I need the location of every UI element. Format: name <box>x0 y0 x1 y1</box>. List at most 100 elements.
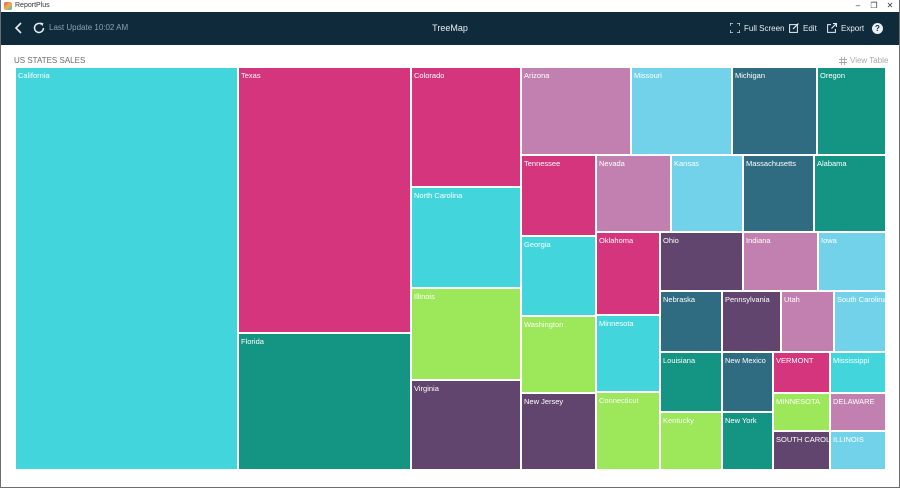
treemap-cell-label: Indiana <box>746 236 771 245</box>
treemap-cell-pennsylvania[interactable]: Pennsylvania <box>722 291 781 352</box>
treemap-cell-south-carolina[interactable]: SOUTH CAROLI <box>773 431 830 470</box>
treemap-cell-label: Nevada <box>599 159 625 168</box>
maximize-button[interactable]: ❐ <box>867 0 881 12</box>
treemap-cell-label: Texas <box>241 71 261 80</box>
window-titlebar: ReportPlus – ❐ ✕ <box>1 0 899 12</box>
treemap-cell-nebraska[interactable]: Nebraska <box>660 291 722 352</box>
treemap-cell-label: Oklahoma <box>599 236 634 245</box>
treemap-cell-label: MINNESOTA <box>776 397 821 406</box>
fullscreen-label: Full Screen <box>744 23 785 33</box>
treemap-cell-missouri[interactable]: Missouri <box>631 67 732 155</box>
treemap-cell-label: New Jersey <box>524 397 564 406</box>
treemap-cell-label: Georgia <box>524 240 551 249</box>
treemap-cell-label: Oregon <box>820 71 846 80</box>
treemap-cell-kentucky[interactable]: Kentucky <box>660 412 722 470</box>
treemap-cell-alabama[interactable]: Alabama <box>814 155 886 232</box>
treemap-cell-label: North Carolina <box>414 191 463 200</box>
edit-button[interactable]: Edit <box>789 19 817 37</box>
treemap-cell-label: Washington <box>524 320 564 329</box>
treemap-cell-michigan[interactable]: Michigan <box>732 67 817 155</box>
treemap-cell-washington[interactable]: Washington <box>521 316 596 393</box>
treemap-cell-nevada[interactable]: Nevada <box>596 155 671 232</box>
help-icon[interactable]: ? <box>872 23 883 34</box>
treemap-cell-tennessee[interactable]: Tennessee <box>521 155 596 236</box>
treemap-cell-ohio[interactable]: Ohio <box>660 232 743 291</box>
treemap-cell-delaware[interactable]: DELAWARE <box>830 393 886 431</box>
treemap-cell-minnesota[interactable]: Minnesota <box>596 315 660 392</box>
last-update-text: Last Update 10:02 AM <box>49 23 129 32</box>
fullscreen-icon <box>730 23 740 33</box>
treemap-cell-oregon[interactable]: Oregon <box>817 67 886 155</box>
treemap-cell-label: Minnesota <box>599 319 634 328</box>
treemap-cell-label: Ohio <box>663 236 679 245</box>
refresh-icon <box>33 22 45 34</box>
export-icon <box>827 23 837 33</box>
treemap-cell-label: Florida <box>241 337 264 346</box>
refresh-button[interactable] <box>31 20 47 36</box>
treemap-cell-label: South Carolina <box>837 295 886 304</box>
view-table-label: View Table <box>850 56 889 65</box>
treemap-cell-mississippi[interactable]: Mississippi <box>830 352 886 393</box>
treemap-cell-georgia[interactable]: Georgia <box>521 236 596 316</box>
fullscreen-button[interactable]: Full Screen <box>730 19 784 37</box>
treemap-cell-utah[interactable]: Utah <box>781 291 834 352</box>
treemap-chart: California Texas Florida Colorado North Caro… <box>15 67 886 471</box>
treemap-cell-texas[interactable]: Texas <box>238 67 411 333</box>
export-button[interactable]: Export <box>827 19 864 37</box>
edit-icon <box>789 23 799 33</box>
minimize-button[interactable]: – <box>851 0 865 12</box>
treemap-cell-new-mexico[interactable]: New Mexico <box>722 352 773 412</box>
treemap-cell-label: Connecticut <box>599 396 639 405</box>
treemap-cell-label: Colorado <box>414 71 445 80</box>
treemap-cell-louisiana[interactable]: Louisiana <box>660 352 722 412</box>
app-window: ReportPlus – ❐ ✕ Last Update 10:02 AM Tr… <box>1 0 899 487</box>
treemap-cell-label: California <box>18 71 50 80</box>
treemap-cell-vermont[interactable]: VERMONT <box>773 352 830 393</box>
treemap-cell-massachusetts[interactable]: Massachusetts <box>743 155 814 232</box>
treemap-cell-label: Nebraska <box>663 295 696 304</box>
treemap-cell-label: Virginia <box>414 384 439 393</box>
treemap-cell-label: SOUTH CAROLI <box>776 435 830 444</box>
treemap-cell-connecticut[interactable]: Connecticut <box>596 392 660 470</box>
edit-label: Edit <box>803 23 817 33</box>
treemap-cell-new-york[interactable]: New York <box>722 412 773 470</box>
treemap-cell-iowa[interactable]: Iowa <box>818 232 886 291</box>
toolbar: Last Update 10:02 AM TreeMap Full Screen… <box>1 12 899 45</box>
treemap-cell-kansas[interactable]: Kansas <box>671 155 743 232</box>
treemap-cell-label: Pennsylvania <box>725 295 770 304</box>
treemap-cell-label: Utah <box>784 295 800 304</box>
back-button[interactable] <box>11 20 27 36</box>
section-title: US STATES SALES <box>14 56 86 65</box>
treemap-cell-illinois[interactable]: Illinois <box>411 288 521 380</box>
treemap-cell-label: Alabama <box>817 159 847 168</box>
treemap-cell-illinois[interactable]: ILLINOIS <box>830 431 886 470</box>
treemap-cell-label: Tennessee <box>524 159 561 168</box>
treemap-cell-label: Missouri <box>634 71 662 80</box>
treemap-cell-label: New York <box>725 416 757 425</box>
treemap-cell-florida[interactable]: Florida <box>238 333 411 470</box>
treemap-cell-south-carolina[interactable]: South Carolina <box>834 291 886 352</box>
treemap-cell-california[interactable]: California <box>15 67 238 470</box>
treemap-cell-label: ILLINOIS <box>833 435 864 444</box>
treemap-cell-label: DELAWARE <box>833 397 875 406</box>
treemap-cell-minnesota[interactable]: MINNESOTA <box>773 393 830 431</box>
treemap-cell-indiana[interactable]: Indiana <box>743 232 818 291</box>
close-button[interactable]: ✕ <box>883 0 897 12</box>
treemap-cell-arizona[interactable]: Arizona <box>521 67 631 155</box>
treemap-cell-oklahoma[interactable]: Oklahoma <box>596 232 660 315</box>
view-table-button[interactable]: View Table <box>839 56 888 66</box>
grid-hash-icon <box>839 57 847 65</box>
export-label: Export <box>841 23 865 33</box>
treemap-cell-label: New Mexico <box>725 356 766 365</box>
window-title: ReportPlus <box>15 2 50 9</box>
treemap-cell-label: Michigan <box>735 71 766 80</box>
treemap-cell-north-carolina[interactable]: North Carolina <box>411 187 521 288</box>
treemap-cell-label: Kentucky <box>663 416 694 425</box>
treemap-cell-label: Kansas <box>674 159 700 168</box>
treemap-cell-virginia[interactable]: Virginia <box>411 380 521 470</box>
reportplus-logo-icon <box>4 2 12 10</box>
treemap-cell-label: Arizona <box>524 71 550 80</box>
treemap-cell-colorado[interactable]: Colorado <box>411 67 521 187</box>
treemap-cell-new-jersey[interactable]: New Jersey <box>521 393 596 470</box>
treemap-cell-label: Mississippi <box>833 356 870 365</box>
